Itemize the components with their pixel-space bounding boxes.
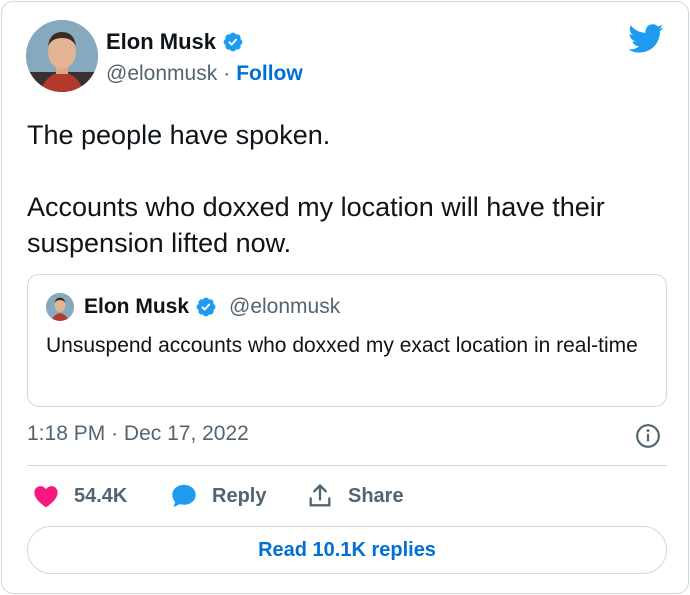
author-avatar[interactable] xyxy=(26,20,98,92)
quoted-tweet-text: Unsuspend accounts who doxxed my exact l… xyxy=(46,334,638,357)
author-handle-row: @elonmusk · Follow xyxy=(106,62,303,86)
share-button[interactable]: Share xyxy=(306,482,404,510)
verified-badge-icon xyxy=(196,297,216,317)
avatar-image xyxy=(26,20,98,92)
like-count: 54.4K xyxy=(74,484,128,507)
like-button[interactable]: 54.4K xyxy=(32,482,127,510)
share-upload-icon xyxy=(309,484,331,507)
author-name-row: Elon Musk xyxy=(106,29,244,55)
quoted-author-handle: @elonmusk xyxy=(229,295,341,318)
actions-divider xyxy=(27,465,667,466)
author-name[interactable]: Elon Musk xyxy=(106,29,216,55)
handle-separator: · xyxy=(223,62,231,85)
author-handle[interactable]: @elonmusk xyxy=(106,62,217,86)
follow-button[interactable]: Follow xyxy=(236,62,303,86)
speech-bubble-icon xyxy=(172,484,196,508)
reply-label: Reply xyxy=(212,484,267,507)
quoted-author-avatar xyxy=(46,293,74,321)
verified-badge-icon xyxy=(223,32,243,52)
read-replies-button[interactable]: Read 10.1K replies xyxy=(27,526,667,574)
info-icon[interactable] xyxy=(635,423,661,449)
tweet-embed-card: Elon Musk @elonmusk · Follow The people … xyxy=(1,1,689,594)
tweet-timestamp[interactable]: 1:18 PM · Dec 17, 2022 xyxy=(27,422,249,446)
heart-icon xyxy=(34,486,58,508)
quoted-tweet[interactable]: Elon Musk @elonmusk Unsuspend accounts w… xyxy=(27,274,667,407)
share-label: Share xyxy=(348,484,404,507)
twitter-bird-icon[interactable] xyxy=(628,24,664,54)
timestamp-separator: · xyxy=(111,422,119,445)
quoted-avatar-image xyxy=(46,293,74,321)
reply-button[interactable]: Reply xyxy=(170,482,266,510)
quoted-header: Elon Musk @elonmusk xyxy=(84,295,340,319)
quoted-author-name: Elon Musk xyxy=(84,295,190,318)
tweet-time: 1:18 PM xyxy=(27,422,106,445)
tweet-text: The people have spoken. Accounts who dox… xyxy=(27,120,605,258)
tweet-date: Dec 17, 2022 xyxy=(123,422,249,445)
